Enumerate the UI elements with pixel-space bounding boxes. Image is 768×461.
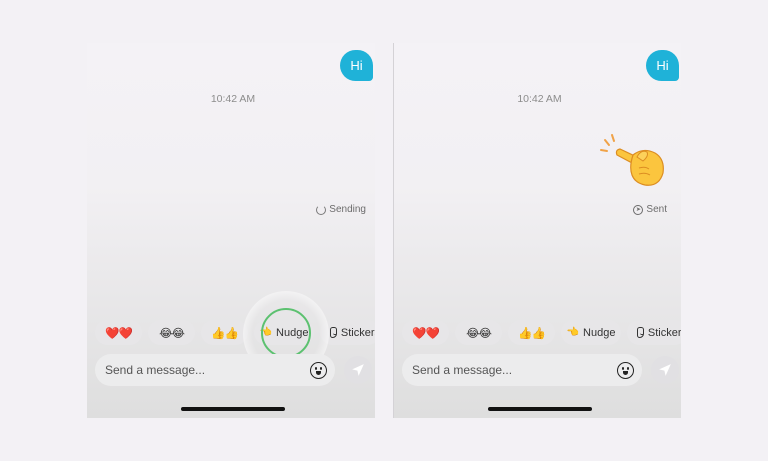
- nudge-chip[interactable]: 👈 Nudge: [254, 320, 314, 345]
- message-bubble[interactable]: Hi: [340, 50, 373, 81]
- quick-reaction-bar: ❤️❤️ 😂😂 👍👍 👈 Nudge Stickers: [402, 320, 681, 345]
- pointing-hand-icon: 👈: [566, 327, 580, 338]
- sticker-icon: [330, 327, 337, 338]
- send-button[interactable]: [651, 356, 679, 384]
- stickers-chip[interactable]: Stickers: [627, 320, 681, 345]
- nudge-label: Nudge: [276, 326, 309, 339]
- stickers-label: Stickers: [340, 326, 375, 339]
- message-bubble[interactable]: Hi: [646, 50, 679, 81]
- spinner-icon: [316, 204, 327, 215]
- reaction-chip-laughs[interactable]: 😂😂: [455, 320, 502, 345]
- reaction-chip-thumbs[interactable]: 👍👍: [201, 320, 248, 345]
- quick-reaction-bar: ❤️❤️ 😂😂 👍👍 👈 Nudge Stickers: [95, 320, 375, 345]
- reaction-chip-hearts[interactable]: ❤️❤️: [402, 320, 449, 345]
- emoji-face-icon[interactable]: [310, 361, 327, 379]
- message-input-placeholder: Send a message...: [105, 363, 206, 377]
- message-input[interactable]: Send a message...: [402, 354, 642, 386]
- emoji-face-icon[interactable]: [617, 361, 634, 379]
- send-button[interactable]: [344, 356, 372, 384]
- nudge-label: Nudge: [583, 326, 616, 339]
- pointing-hand-icon: [600, 134, 664, 186]
- pointing-hand-icon: 👈: [259, 327, 273, 338]
- status-label: Sending: [329, 204, 366, 215]
- message-status: ➤ Sent: [633, 204, 667, 215]
- chat-screen-sent: Hi 10:42 AM ➤ Sent ❤️❤️ 😂😂 👍👍 👈 Nudge St…: [393, 43, 681, 418]
- reaction-chip-hearts[interactable]: ❤️❤️: [95, 320, 142, 345]
- stickers-chip[interactable]: Stickers: [320, 320, 375, 345]
- send-arrow-icon: [352, 364, 364, 376]
- message-timestamp: 10:42 AM: [517, 93, 562, 105]
- message-input[interactable]: Send a message...: [95, 354, 335, 386]
- home-indicator: [488, 407, 592, 411]
- message-timestamp: 10:42 AM: [210, 93, 256, 105]
- sent-check-icon: ➤: [633, 204, 644, 215]
- message-input-placeholder: Send a message...: [412, 363, 513, 377]
- nudge-chip[interactable]: 👈 Nudge: [561, 320, 621, 345]
- send-arrow-icon: [659, 364, 671, 376]
- message-status: Sending: [316, 204, 366, 215]
- stickers-label: Stickers: [647, 326, 681, 339]
- sticker-icon: [637, 327, 644, 338]
- status-label: Sent: [646, 204, 667, 215]
- reaction-chip-thumbs[interactable]: 👍👍: [508, 320, 555, 345]
- reaction-chip-laughs[interactable]: 😂😂: [148, 320, 195, 345]
- home-indicator: [181, 407, 285, 411]
- chat-screen-sending: Hi 10:42 AM Sending ❤️❤️ 😂😂 👍👍 👈 Nudge S…: [87, 43, 375, 418]
